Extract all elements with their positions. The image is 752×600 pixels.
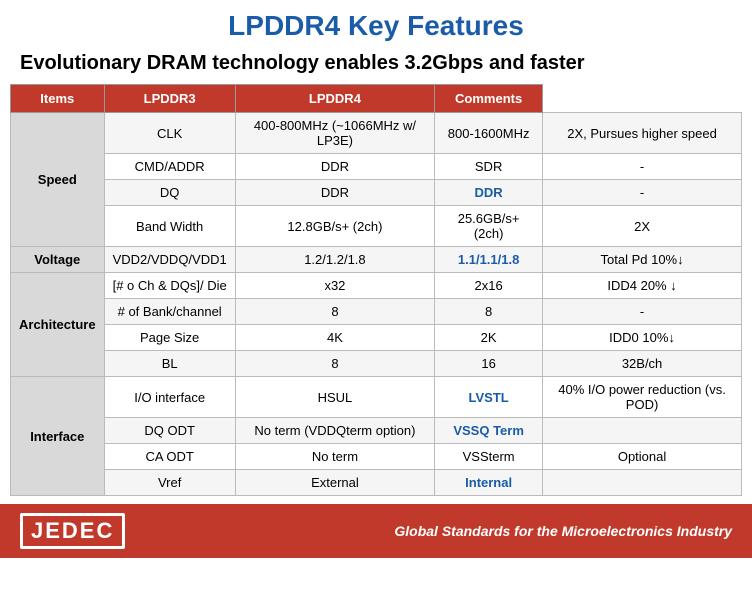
lpddr3-cell: 4K: [235, 325, 434, 351]
table-row: Architecture[# o Ch & DQs]/ Diex322x16ID…: [11, 273, 742, 299]
comments-cell: -: [543, 299, 742, 325]
comments-cell: 2X: [543, 206, 742, 247]
lpddr4-cell: 2K: [435, 325, 543, 351]
table-row: Band Width12.8GB/s+ (2ch)25.6GB/s+ (2ch)…: [11, 206, 742, 247]
page: LPDDR4 Key Features Evolutionary DRAM te…: [0, 0, 752, 558]
item-cell: Vref: [104, 470, 235, 496]
item-cell: CLK: [104, 113, 235, 154]
table-row: InterfaceI/O interfaceHSULLVSTL40% I/O p…: [11, 377, 742, 418]
item-cell: CA ODT: [104, 444, 235, 470]
item-cell: VDD2/VDDQ/VDD1: [104, 247, 235, 273]
lpddr4-cell: 8: [435, 299, 543, 325]
lpddr3-cell: 8: [235, 299, 434, 325]
lpddr4-cell: 800-1600MHz: [435, 113, 543, 154]
table-row: CA ODTNo termVSStermOptional: [11, 444, 742, 470]
table-row: DQ ODTNo term (VDDQterm option)VSSQ Term: [11, 418, 742, 444]
lpddr4-cell: 2x16: [435, 273, 543, 299]
comments-cell: IDD0 10%↓: [543, 325, 742, 351]
item-cell: DQ ODT: [104, 418, 235, 444]
lpddr4-cell: 16: [435, 351, 543, 377]
lpddr3-cell: External: [235, 470, 434, 496]
col-header-comments: Comments: [435, 85, 543, 113]
section-label: Voltage: [11, 247, 105, 273]
col-header-lpddr4: LPDDR4: [235, 85, 434, 113]
table-row: BL81632B/ch: [11, 351, 742, 377]
lpddr3-cell: No term (VDDQterm option): [235, 418, 434, 444]
lpddr4-cell: Internal: [435, 470, 543, 496]
table-row: VrefExternalInternal: [11, 470, 742, 496]
lpddr3-cell: HSUL: [235, 377, 434, 418]
lpddr3-cell: 8: [235, 351, 434, 377]
lpddr4-cell: LVSTL: [435, 377, 543, 418]
comments-cell: -: [543, 154, 742, 180]
comments-cell: Total Pd 10%↓: [543, 247, 742, 273]
lpddr4-cell: VSSterm: [435, 444, 543, 470]
table-row: # of Bank/channel88-: [11, 299, 742, 325]
lpddr3-cell: x32: [235, 273, 434, 299]
comments-cell: 40% I/O power reduction (vs. POD): [543, 377, 742, 418]
item-cell: Band Width: [104, 206, 235, 247]
table-row: Page Size4K2KIDD0 10%↓: [11, 325, 742, 351]
item-cell: Page Size: [104, 325, 235, 351]
item-cell: [# o Ch & DQs]/ Die: [104, 273, 235, 299]
lpddr4-cell: VSSQ Term: [435, 418, 543, 444]
comments-cell: Optional: [543, 444, 742, 470]
comments-cell: [543, 470, 742, 496]
section-label: Interface: [11, 377, 105, 496]
jedec-logo: JEDEC: [20, 513, 125, 549]
item-cell: # of Bank/channel: [104, 299, 235, 325]
comments-cell: 2X, Pursues higher speed: [543, 113, 742, 154]
comments-cell: 32B/ch: [543, 351, 742, 377]
col-header-items: Items: [11, 85, 105, 113]
section-label: Architecture: [11, 273, 105, 377]
item-cell: CMD/ADDR: [104, 154, 235, 180]
features-table: Items LPDDR3 LPDDR4 Comments SpeedCLK400…: [10, 84, 742, 496]
main-title: LPDDR4 Key Features: [20, 10, 732, 42]
item-cell: BL: [104, 351, 235, 377]
footer: JEDEC Global Standards for the Microelec…: [0, 504, 752, 558]
lpddr4-cell: SDR: [435, 154, 543, 180]
lpddr4-cell: 25.6GB/s+ (2ch): [435, 206, 543, 247]
footer-tagline: Global Standards for the Microelectronic…: [394, 523, 732, 539]
comments-cell: -: [543, 180, 742, 206]
comments-cell: IDD4 20% ↓: [543, 273, 742, 299]
lpddr3-cell: 1.2/1.2/1.8: [235, 247, 434, 273]
lpddr3-cell: 400-800MHz (~1066MHz w/ LP3E): [235, 113, 434, 154]
lpddr3-cell: 12.8GB/s+ (2ch): [235, 206, 434, 247]
subtitle: Evolutionary DRAM technology enables 3.2…: [0, 46, 752, 84]
table-row: CMD/ADDRDDRSDR-: [11, 154, 742, 180]
table-row: DQDDRDDR-: [11, 180, 742, 206]
lpddr3-cell: DDR: [235, 154, 434, 180]
table-row: SpeedCLK400-800MHz (~1066MHz w/ LP3E)800…: [11, 113, 742, 154]
section-label: Speed: [11, 113, 105, 247]
header: LPDDR4 Key Features: [0, 0, 752, 46]
col-header-lpddr3: LPDDR3: [104, 85, 235, 113]
lpddr3-cell: DDR: [235, 180, 434, 206]
lpddr4-cell: DDR: [435, 180, 543, 206]
comments-cell: [543, 418, 742, 444]
table-row: VoltageVDD2/VDDQ/VDD11.2/1.2/1.81.1/1.1/…: [11, 247, 742, 273]
item-cell: DQ: [104, 180, 235, 206]
table-wrapper: Items LPDDR3 LPDDR4 Comments SpeedCLK400…: [0, 84, 752, 496]
footer-logo: JEDEC: [20, 513, 125, 549]
lpddr3-cell: No term: [235, 444, 434, 470]
item-cell: I/O interface: [104, 377, 235, 418]
lpddr4-cell: 1.1/1.1/1.8: [435, 247, 543, 273]
